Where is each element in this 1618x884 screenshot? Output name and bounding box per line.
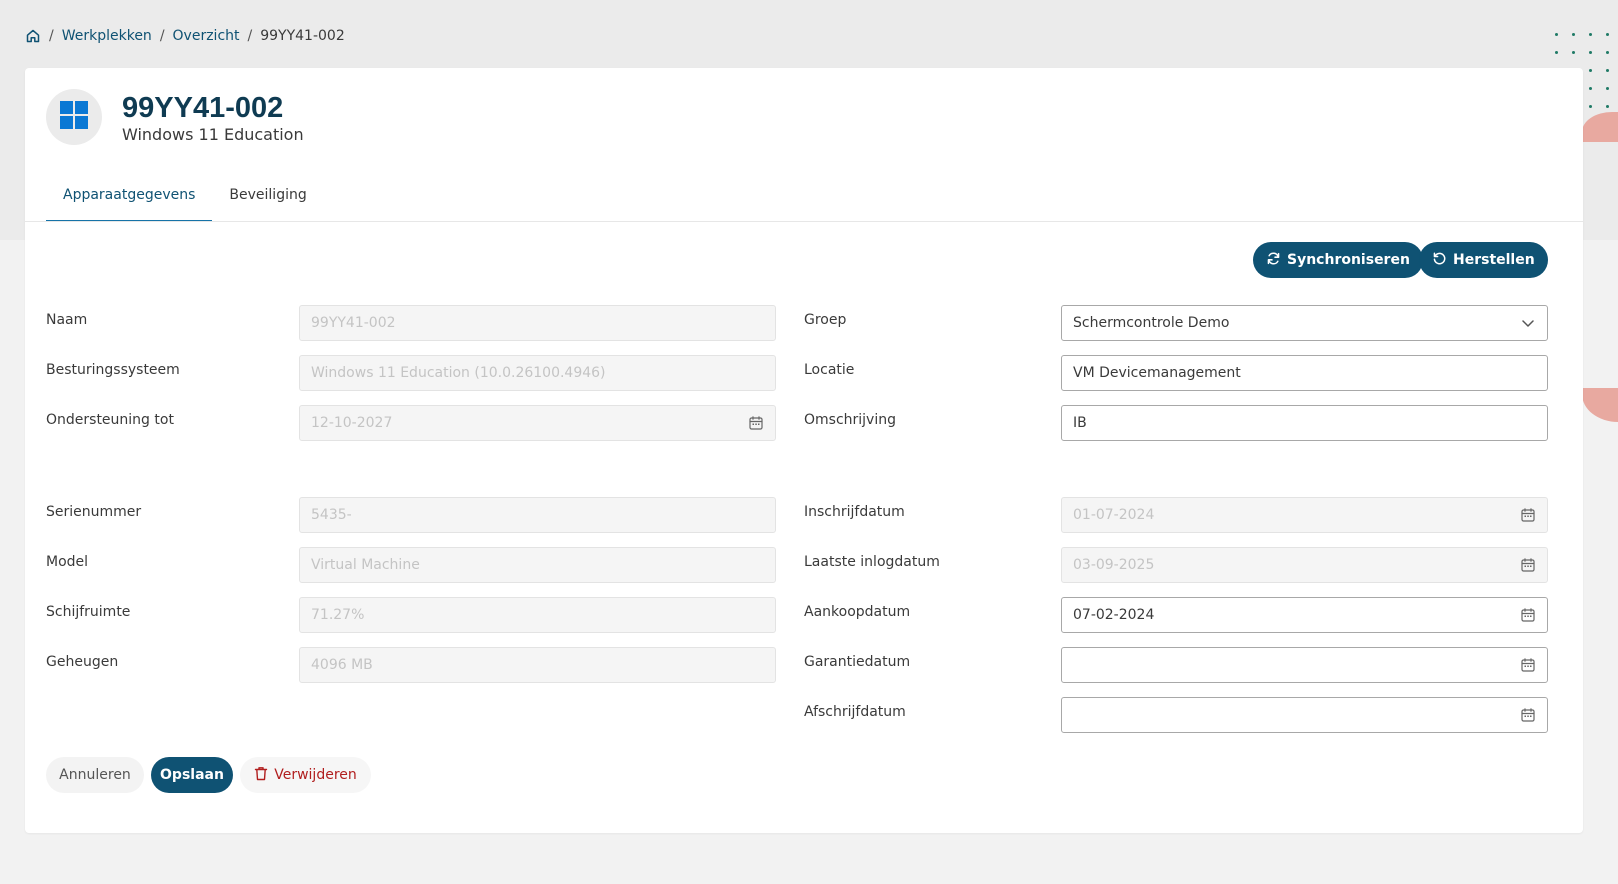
label-inschrijfdatum: Inschrijfdatum [804,504,905,520]
locatie-input[interactable]: VM Devicemanagement [1061,355,1548,391]
tab-divider [25,221,1583,222]
sync-button-label: Synchroniseren [1287,252,1410,268]
label-groep: Groep [804,312,847,328]
label-geheugen: Geheugen [46,654,119,670]
label-naam: Naam [46,312,88,328]
breadcrumb-current: 99YY41-002 [260,28,345,44]
label-ondersteuning-tot: Ondersteuning tot [46,412,174,428]
inschrijfdatum-field[interactable]: 01-07-2024 [1061,497,1548,533]
device-subtitle: Windows 11 Education [122,124,304,144]
decorative-dot [1589,87,1593,90]
decorative-dot [1606,51,1610,54]
decorative-dot [1606,87,1610,90]
breadcrumb-link-overzicht[interactable]: Overzicht [173,28,240,44]
restore-icon [1432,251,1447,270]
schijfruimte-field[interactable]: 71.27% [299,597,776,633]
decorative-dot [1572,51,1576,54]
aankoopdatum-input[interactable]: 07-02-2024 [1061,597,1548,633]
label-laatste-inlogdatum: Laatste inlogdatum [804,554,940,570]
decorative-dot [1606,105,1610,108]
label-serienummer: Serienummer [46,504,142,520]
laatste-inlogdatum-field[interactable]: 03-09-2025 [1061,547,1548,583]
decorative-dot [1589,69,1593,72]
calendar-icon[interactable] [1520,507,1536,523]
label-garantiedatum: Garantiedatum [804,654,911,670]
garantiedatum-input[interactable] [1061,647,1548,683]
model-field[interactable]: Virtual Machine [299,547,776,583]
laatste-inlogdatum-value: 03-09-2025 [1073,557,1155,573]
ondersteuning-tot-value: 12-10-2027 [311,415,393,431]
delete-button-label: Verwijderen [274,767,357,783]
breadcrumb-separator: / [159,28,165,44]
chevron-down-icon [1520,315,1536,331]
breadcrumb: / Werkplekken / Overzicht / 99YY41-002 [25,25,345,47]
breadcrumb-separator: / [49,28,54,44]
groep-value: Schermcontrole Demo [1073,315,1230,331]
page-title: 99YY41-002 [122,91,284,124]
save-button[interactable]: Opslaan [151,757,233,793]
tab-beveiliging[interactable]: Beveiliging [212,168,323,222]
home-icon[interactable] [25,28,41,44]
breadcrumb-separator: / [247,28,253,44]
decorative-dot [1572,33,1576,36]
schijfruimte-value: 71.27% [311,607,365,623]
calendar-icon[interactable] [748,415,764,431]
groep-select[interactable]: Schermcontrole Demo [1061,305,1548,341]
besturingssysteem-field[interactable]: Windows 11 Education (10.0.26100.4946) [299,355,776,391]
device-header: 99YY41-002 Windows 11 Education [46,89,304,145]
decorative-dot [1589,51,1593,54]
cancel-button[interactable]: Annuleren [46,757,144,793]
label-aankoopdatum: Aankoopdatum [804,604,911,620]
decorative-dot [1589,105,1593,108]
inschrijfdatum-value: 01-07-2024 [1073,507,1155,523]
trash-icon [254,766,268,785]
aankoopdatum-value: 07-02-2024 [1073,607,1155,623]
label-model: Model [46,554,89,570]
device-avatar [46,89,102,145]
naam-field[interactable]: 99YY41-002 [299,305,776,341]
calendar-icon[interactable] [1520,657,1536,673]
ondersteuning-tot-field[interactable]: 12-10-2027 [299,405,776,441]
decorative-shape [1582,388,1618,422]
calendar-icon[interactable] [1520,607,1536,623]
tab-apparaatgegevens[interactable]: Apparaatgegevens [46,168,213,222]
serienummer-value: 5435- [311,507,352,523]
sync-button[interactable]: Synchroniseren [1253,242,1423,278]
restore-button[interactable]: Herstellen [1419,242,1548,278]
label-afschrijfdatum: Afschrijfdatum [804,704,906,720]
calendar-icon[interactable] [1520,707,1536,723]
locatie-value: VM Devicemanagement [1073,365,1241,381]
windows-logo-icon [60,101,88,133]
sync-icon [1266,251,1281,270]
omschrijving-value: IB [1073,415,1087,431]
label-besturingssysteem: Besturingssysteem [46,362,180,378]
model-value: Virtual Machine [311,557,420,573]
label-locatie: Locatie [804,362,855,378]
device-card: 99YY41-002 Windows 11 Education Apparaat… [25,68,1583,833]
decorative-dot [1589,33,1593,36]
calendar-icon[interactable] [1520,557,1536,573]
label-omschrijving: Omschrijving [804,412,896,428]
decorative-dot [1555,33,1558,36]
afschrijfdatum-input[interactable] [1061,697,1548,733]
decorative-dot [1606,33,1610,36]
tab-bar: Apparaatgegevens Beveiliging [46,168,324,222]
label-schijfruimte: Schijfruimte [46,604,131,620]
delete-button[interactable]: Verwijderen [240,757,371,793]
breadcrumb-link-werkplekken[interactable]: Werkplekken [62,28,152,44]
decorative-dot [1555,51,1558,54]
naam-value: 99YY41-002 [311,315,396,331]
decorative-dot [1606,69,1610,72]
geheugen-value: 4096 MB [311,657,373,673]
serienummer-field[interactable]: 5435- [299,497,776,533]
restore-button-label: Herstellen [1453,252,1535,268]
omschrijving-input[interactable]: IB [1061,405,1548,441]
besturingssysteem-value: Windows 11 Education (10.0.26100.4946) [311,365,606,381]
geheugen-field[interactable]: 4096 MB [299,647,776,683]
